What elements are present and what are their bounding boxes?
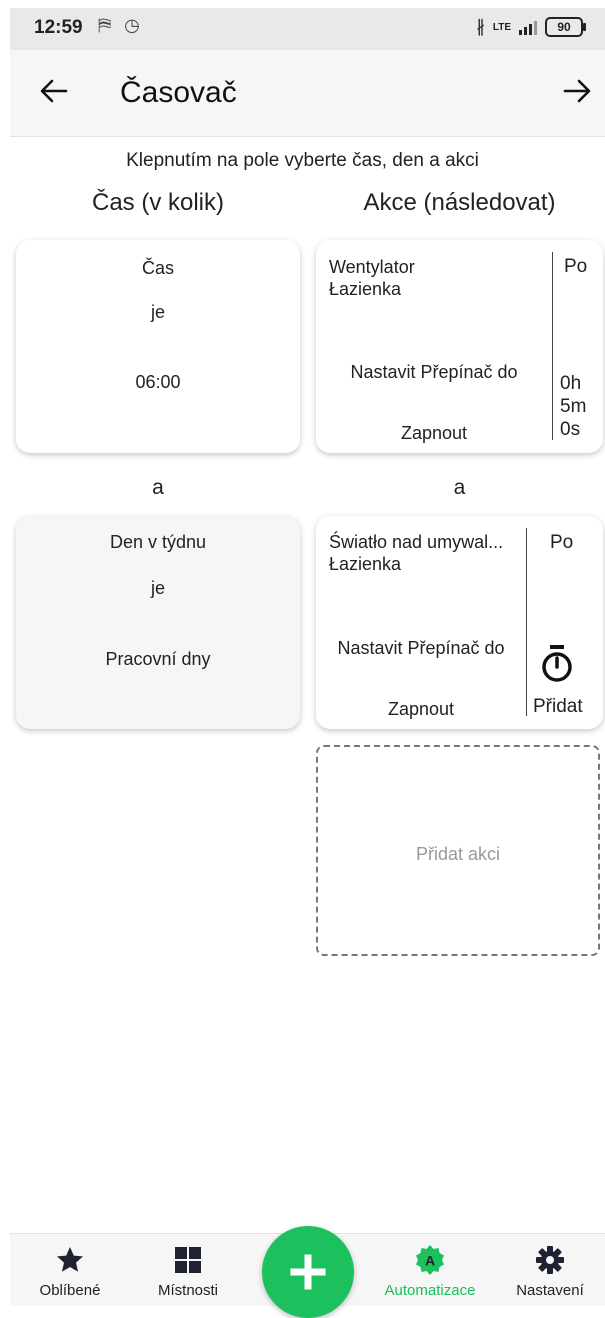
- lte-icon: LTE: [492, 21, 511, 33]
- nav-automation-label: Automatizace: [384, 1282, 476, 1299]
- time-column-title: Čas (v kolik): [91, 189, 224, 216]
- condition-title: Čas: [141, 258, 174, 278]
- add-button[interactable]: [262, 1226, 354, 1318]
- automation-badge-letter: A: [425, 1253, 435, 1269]
- condition-operator: je: [150, 302, 165, 322]
- action-card[interactable]: Światło nad umywal... Łazienka Nastavit …: [316, 516, 603, 729]
- action-room: Łazienka: [329, 279, 402, 299]
- bluetooth-icon: ∦: [476, 17, 485, 36]
- action-state: Zapnout: [387, 699, 455, 719]
- plus-icon: [290, 1254, 326, 1290]
- page-title: Časovač: [120, 76, 237, 109]
- add-action-label: Přidat akci: [415, 844, 501, 864]
- status-right: ∦ LTE 90: [476, 17, 586, 37]
- nav-rooms-label: Místnosti: [157, 1282, 218, 1299]
- and-label-right: a: [453, 476, 466, 499]
- delay-minutes[interactable]: 5m: [560, 396, 586, 418]
- condition-value: 06:00: [135, 372, 181, 392]
- condition-title: Den v týdnu: [109, 532, 207, 552]
- signal-icon: [519, 19, 537, 35]
- divider: [552, 252, 553, 440]
- action-column-title: Akce (následovat): [363, 189, 556, 216]
- and-label-left: a: [152, 476, 164, 499]
- gear-icon: [536, 1246, 564, 1274]
- stopwatch-icon[interactable]: [540, 644, 574, 684]
- divider: [526, 528, 527, 716]
- delay-label: Po: [550, 532, 574, 553]
- battery-icon: 90: [545, 17, 586, 37]
- action-device: Wentylator: [329, 257, 415, 277]
- action-type: Nastavit Přepínač do: [350, 362, 518, 382]
- nav-favorites-label: Oblíbené: [39, 1282, 101, 1299]
- time-condition-card[interactable]: Čas je 06:00: [16, 240, 300, 453]
- delay-label: Po: [564, 256, 588, 277]
- weekday-condition-card[interactable]: Den v týdnu je Pracovní dny: [16, 516, 300, 729]
- add-delay-button[interactable]: Přidat: [533, 696, 583, 718]
- delay-seconds[interactable]: 0s: [560, 419, 580, 441]
- star-icon: [57, 1247, 83, 1272]
- status-bar: 12:59 ⛿ ◷ ∦ LTE 90: [10, 8, 605, 50]
- condition-value: Pracovní dny: [105, 649, 211, 669]
- nav-settings-label: Nastavení: [516, 1282, 584, 1299]
- action-type: Nastavit Přepínač do: [337, 638, 505, 658]
- grid-icon: [175, 1247, 201, 1273]
- action-device: Światło nad umywal...: [329, 532, 504, 552]
- action-room: Łazienka: [329, 554, 402, 574]
- forward-arrow-icon[interactable]: [561, 75, 593, 107]
- instruction-text: Klepnutím na pole vyberte čas, den a akc…: [126, 150, 479, 171]
- action-card[interactable]: Wentylator Łazienka Nastavit Přepínač do…: [316, 240, 603, 453]
- add-action-button[interactable]: Přidat akci: [316, 745, 600, 956]
- status-time: 12:59: [34, 17, 83, 38]
- notification-icons: ⛿ ◷: [98, 15, 144, 35]
- automation-badge-icon: A: [416, 1245, 444, 1275]
- app-bar: Časovač: [10, 50, 605, 137]
- back-arrow-icon[interactable]: [38, 75, 70, 107]
- action-state: Zapnout: [400, 423, 468, 443]
- condition-operator: je: [150, 578, 165, 598]
- delay-hours[interactable]: 0h: [560, 373, 581, 395]
